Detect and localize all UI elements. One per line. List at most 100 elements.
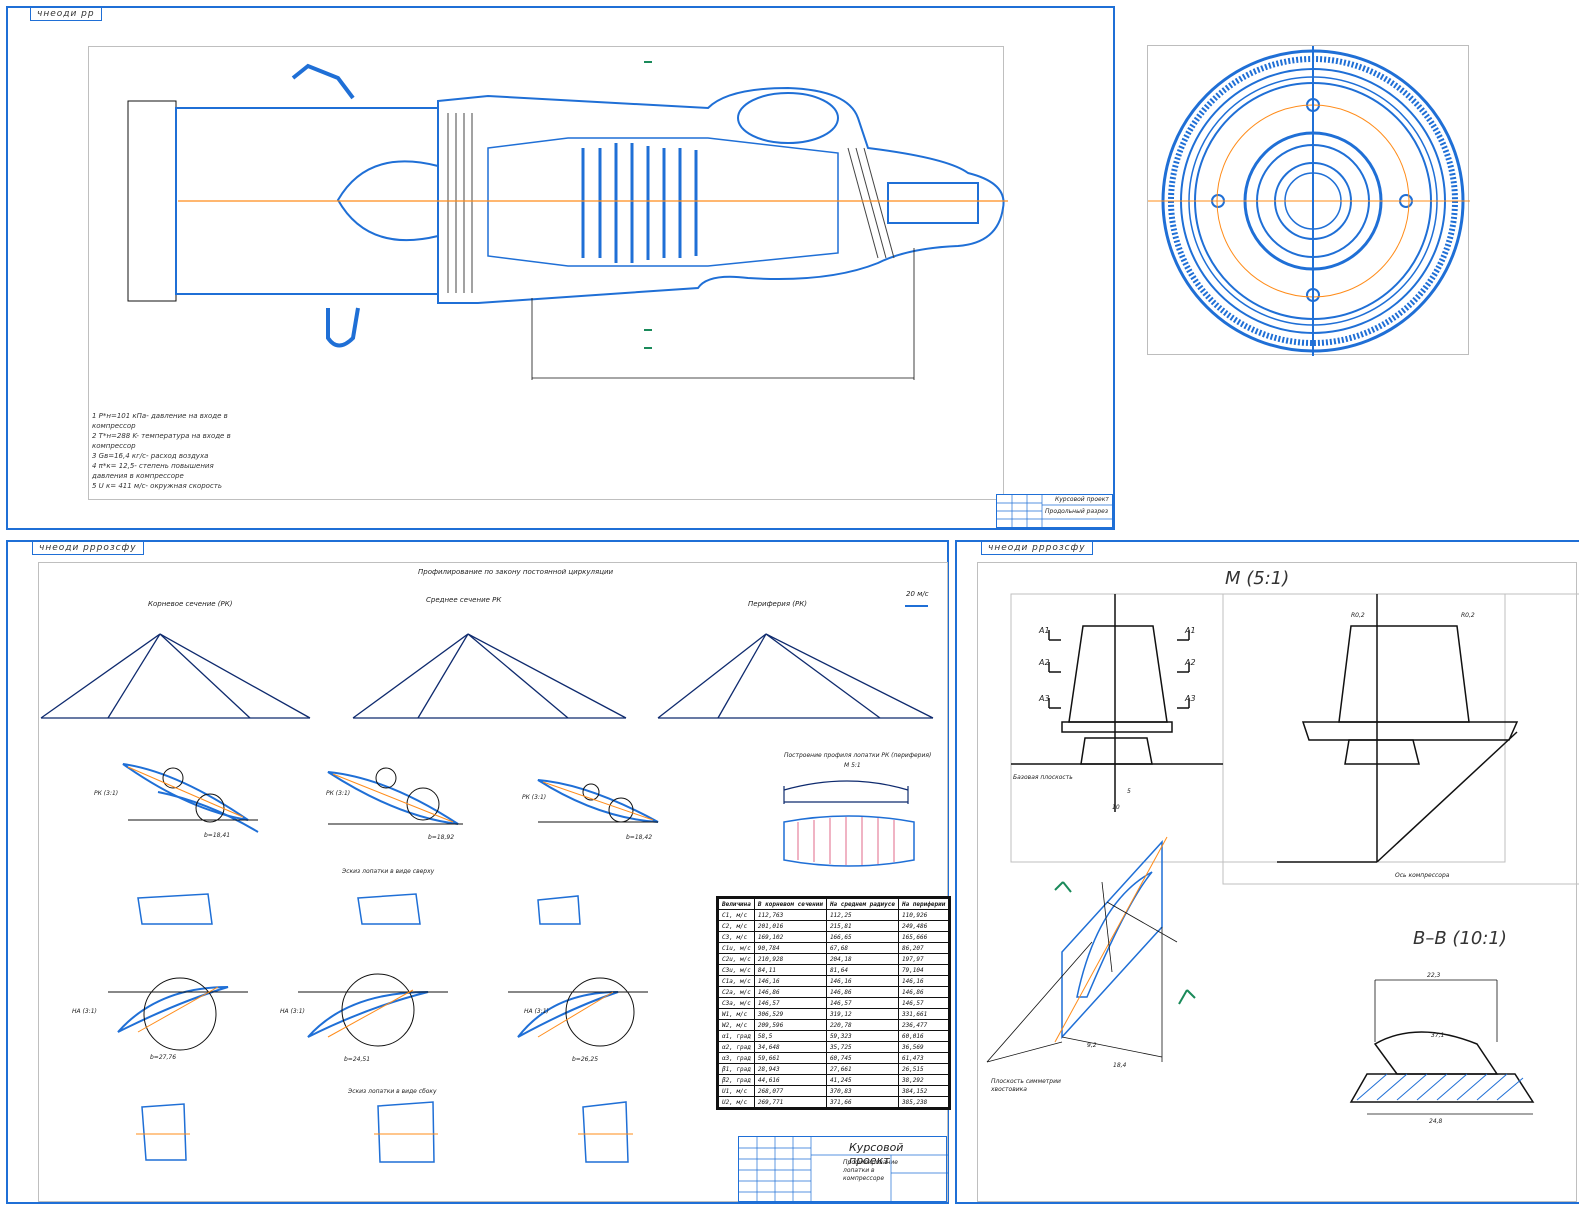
- table-cell: 146,57: [753, 997, 827, 1009]
- table-cell: U1, м/с: [718, 1085, 755, 1097]
- a1-left: A1: [1039, 626, 1050, 635]
- table-row: α3, град 59,661 60,745 61,473: [718, 1052, 950, 1064]
- table-cell: 306,529: [753, 1008, 827, 1020]
- table-cell: 146,86: [825, 986, 899, 998]
- table-cell: 110,926: [897, 909, 950, 921]
- na-dim-1: b=27,76: [150, 1054, 177, 1061]
- table-row: α2, град 34,648 35,725 36,569: [718, 1041, 950, 1053]
- rk-label-1: РК (3:1): [94, 790, 119, 797]
- table-cell: 169,102: [753, 931, 827, 943]
- r02-a: R0,2: [1351, 612, 1365, 619]
- note-line: 5 U к= 411 м/с- окружная скорость: [92, 482, 223, 490]
- table-cell: C1a, м/с: [718, 975, 755, 987]
- table-cell: C1, м/с: [718, 909, 755, 921]
- table-cell: 146,16: [825, 975, 899, 987]
- note-line: 4 π*к= 12,5- степень повышения давления …: [92, 462, 214, 480]
- table-cell: 79,104: [897, 964, 950, 976]
- table-cell: 384,152: [897, 1085, 950, 1097]
- title-block[interactable]: Курсовой проект Продольный разрез: [996, 494, 1114, 529]
- table-cell: 81,64: [825, 964, 899, 976]
- results-table: Величина В корневом сечении На среднем рад…: [716, 896, 952, 1110]
- table-cell: W2, м/с: [718, 1019, 755, 1031]
- table-cell: 331,661: [897, 1008, 950, 1020]
- note-line: 3 Gв=16,4 кг/с- расход воздуха: [92, 452, 209, 460]
- table-row: C2a, м/с 146,86 146,86 146,86: [718, 986, 950, 998]
- engine-sheet[interactable]: чнеоди рр 1 P*н=101 кПа- давление на вхо…: [6, 6, 1115, 530]
- table-cell: C3a, м/с: [718, 997, 755, 1009]
- disc-sheet[interactable]: [1147, 45, 1470, 356]
- table-cell: 60,016: [897, 1030, 950, 1042]
- table-row: W1, м/с 306,529 319,12 331,661: [718, 1008, 950, 1020]
- table-cell: 370,83: [825, 1085, 899, 1097]
- compressor-blades: [581, 143, 698, 263]
- details-drawing[interactable]: [957, 542, 1579, 1206]
- table-row: U1, м/с 268,077 370,83 384,152: [718, 1085, 950, 1097]
- blades-sheet[interactable]: чнеоди рррозсфу Профилирование по закону…: [6, 540, 952, 1204]
- dim-37-1: 37,1: [1431, 1032, 1445, 1039]
- na-label-2: НА (3:1): [280, 1008, 305, 1015]
- title-block-grid: [739, 1137, 948, 1203]
- table-cell: 197,97: [897, 953, 950, 965]
- table-cell: 215,81: [825, 920, 899, 932]
- table-cell: 146,57: [825, 997, 899, 1009]
- table-row: C1a, м/с 146,16 146,16 146,16: [718, 975, 950, 987]
- table-row: C1, м/с 112,763 112,25 110,926: [718, 909, 950, 921]
- table-row: Величина В корневом сечении На среднем рад…: [718, 898, 950, 910]
- disc-drawing[interactable]: [1148, 46, 1470, 356]
- table-cell: 90,784: [753, 942, 827, 954]
- table-row: W2, м/с 209,596 220,78 236,477: [718, 1019, 950, 1031]
- table-cell: 210,928: [753, 953, 827, 965]
- table-row: C2, м/с 201,016 215,81 249,486: [718, 920, 950, 932]
- table-cell: 41,245: [825, 1074, 899, 1086]
- na-dim-2: b=24,51: [344, 1056, 371, 1063]
- table-cell: 146,16: [897, 975, 950, 987]
- na-label-1: НА (3:1): [72, 1008, 97, 1015]
- table-cell: C2u, м/с: [718, 953, 755, 965]
- section-title-top: Эскиз лопатки в виде сверху: [342, 868, 435, 875]
- engine-notes: 1 P*н=101 кПа- давление на входе в компр…: [92, 411, 232, 491]
- table-cell: 36,569: [897, 1041, 950, 1053]
- dim-10: 10: [1112, 804, 1120, 811]
- table-cell: C3u, м/с: [718, 964, 755, 976]
- title-block[interactable]: Курсовой проект Профилирование лопатки в…: [738, 1136, 948, 1203]
- table-cell: 84,11: [753, 964, 827, 976]
- table-cell: 61,473: [897, 1052, 950, 1064]
- table-row: β1, град 28,943 27,661 26,515: [718, 1063, 950, 1075]
- a3-left: A3: [1039, 694, 1050, 703]
- details-sheet[interactable]: чнеоди рррозсфу М (5:1) B–B (10:1) A1 A2…: [955, 540, 1579, 1204]
- na-dim-3: b=26,25: [572, 1056, 599, 1063]
- table-cell: β2, град: [718, 1074, 755, 1086]
- a2-left: A2: [1039, 658, 1050, 667]
- na-label-3: НА (3:1): [524, 1008, 549, 1015]
- table-cell: 112,763: [753, 909, 827, 921]
- table-cell: 165,666: [897, 931, 950, 943]
- table-row: α1, град 58,5 59,323 60,016: [718, 1030, 950, 1042]
- axis-label: Ось компрессора: [1395, 872, 1450, 879]
- table-cell: 371,66: [825, 1096, 899, 1108]
- r02-b: R0,2: [1461, 612, 1475, 619]
- table-cell: 249,486: [897, 920, 950, 932]
- table-cell: 34,648: [753, 1041, 827, 1053]
- table-cell: 146,86: [897, 986, 950, 998]
- table-cell: W1, м/с: [718, 1008, 755, 1020]
- table-cell: 59,323: [825, 1030, 899, 1042]
- table-cell: 38,292: [897, 1074, 950, 1086]
- table-cell: 319,12: [825, 1008, 899, 1020]
- table-cell: 209,596: [753, 1019, 827, 1031]
- rk-dim-2: b=18,92: [428, 834, 455, 841]
- title-block-grid: [997, 495, 1114, 529]
- section-title-side: Эскиз лопатки в виде сбоку: [348, 1088, 437, 1095]
- table-cell: α1, град: [718, 1030, 755, 1042]
- note-line: 1 P*н=101 кПа- давление на входе в компр…: [92, 412, 228, 430]
- table-cell: 44,616: [753, 1074, 827, 1086]
- dim-24-8: 24,8: [1429, 1118, 1443, 1125]
- table-cell: 146,16: [753, 975, 827, 987]
- a1-right: A1: [1185, 626, 1196, 635]
- table-cell: 35,725: [825, 1041, 899, 1053]
- table-cell: В корневом сечении: [753, 898, 827, 910]
- table-cell: На периферии: [897, 898, 950, 910]
- table-cell: 236,477: [897, 1019, 950, 1031]
- dim-22-3: 22,3: [1427, 972, 1441, 979]
- table-cell: 28,943: [753, 1063, 827, 1075]
- table-row: C3a, м/с 146,57 146,57 146,57: [718, 997, 950, 1009]
